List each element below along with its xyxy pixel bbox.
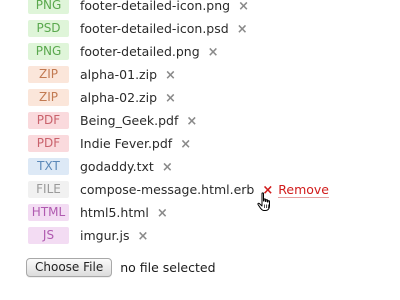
delete-x-icon[interactable]: × [137,229,148,244]
file-type-badge: PSD [28,20,69,37]
file-entry: Being_Geek.pdf × [80,113,197,129]
file-entry: compose-message.html.erb × Remove [80,182,329,198]
file-entry: footer-detailed-icon.png × [80,0,249,14]
file-entry: footer-detailed-icon.psd × [80,21,248,37]
file-name-label: footer-detailed-icon.png [80,0,231,13]
file-type-badge: FILE [28,181,69,198]
file-list: PNG footer-detailed-icon.png × PSD footer-de… [0,0,400,247]
file-row: PNG footer-detailed-icon.png × [0,0,400,17]
file-type-badge: PNG [28,0,69,14]
delete-x-icon[interactable]: × [180,137,191,152]
file-row: FILE compose-message.html.erb × Remove [0,178,400,201]
file-type-badge: TXT [28,158,69,175]
file-status-text: no file selected [120,259,216,275]
file-entry: alpha-01.zip × [80,67,176,83]
file-entry: alpha-02.zip × [80,90,176,106]
file-entry: imgur.js × [80,228,148,244]
file-type-badge: PDF [28,135,69,152]
hand-pointer-icon [257,192,270,211]
file-type-badge: PNG [28,43,69,60]
file-name-label: html5.html [80,204,149,220]
delete-x-icon[interactable]: × [208,45,219,60]
delete-x-icon[interactable]: × [165,68,176,83]
file-row: JS imgur.js × [0,224,400,247]
file-name-label: imgur.js [80,227,130,243]
delete-x-icon[interactable]: × [165,91,176,106]
file-row: ZIP alpha-01.zip × [0,63,400,86]
file-name-label: Indie Fever.pdf [80,135,173,151]
file-type-badge: ZIP [28,66,69,83]
file-entry: godaddy.txt × [80,159,173,175]
file-row: PDF Being_Geek.pdf × [0,109,400,132]
file-name-label: Being_Geek.pdf [80,112,179,128]
file-name-label: alpha-01.zip [80,66,158,82]
file-name-label: compose-message.html.erb [80,181,255,197]
delete-x-icon[interactable]: × [162,160,173,175]
file-row: ZIP alpha-02.zip × [0,86,400,109]
file-row: HTML html5.html × [0,201,400,224]
file-entry: Indie Fever.pdf × [80,136,191,152]
delete-x-icon[interactable]: × [186,114,197,129]
file-row: TXT godaddy.txt × [0,155,400,178]
delete-x-icon[interactable]: × [238,0,249,14]
delete-x-icon[interactable]: × [157,206,168,221]
file-row: PDF Indie Fever.pdf × [0,132,400,155]
file-name-label: alpha-02.zip [80,89,158,105]
file-type-badge: HTML [28,204,69,221]
file-entry: html5.html × [80,205,168,221]
file-row: PSD footer-detailed-icon.psd × [0,17,400,40]
file-type-badge: JS [28,227,69,244]
file-name-label: footer-detailed-icon.psd [80,20,229,36]
file-name-label: footer-detailed.png [80,43,200,59]
remove-link[interactable]: Remove [278,182,329,198]
file-entry: footer-detailed.png × [80,44,219,60]
file-row: PNG footer-detailed.png × [0,40,400,63]
file-type-badge: ZIP [28,89,69,106]
file-name-label: godaddy.txt [80,158,154,174]
file-manager: PNG footer-detailed-icon.png × PSD footer-de… [0,0,400,300]
delete-x-icon[interactable]: × [237,22,248,37]
choose-file-button[interactable]: Choose File [26,257,113,277]
file-uploader: Choose File no file selected [26,256,216,278]
file-type-badge: PDF [28,112,69,129]
